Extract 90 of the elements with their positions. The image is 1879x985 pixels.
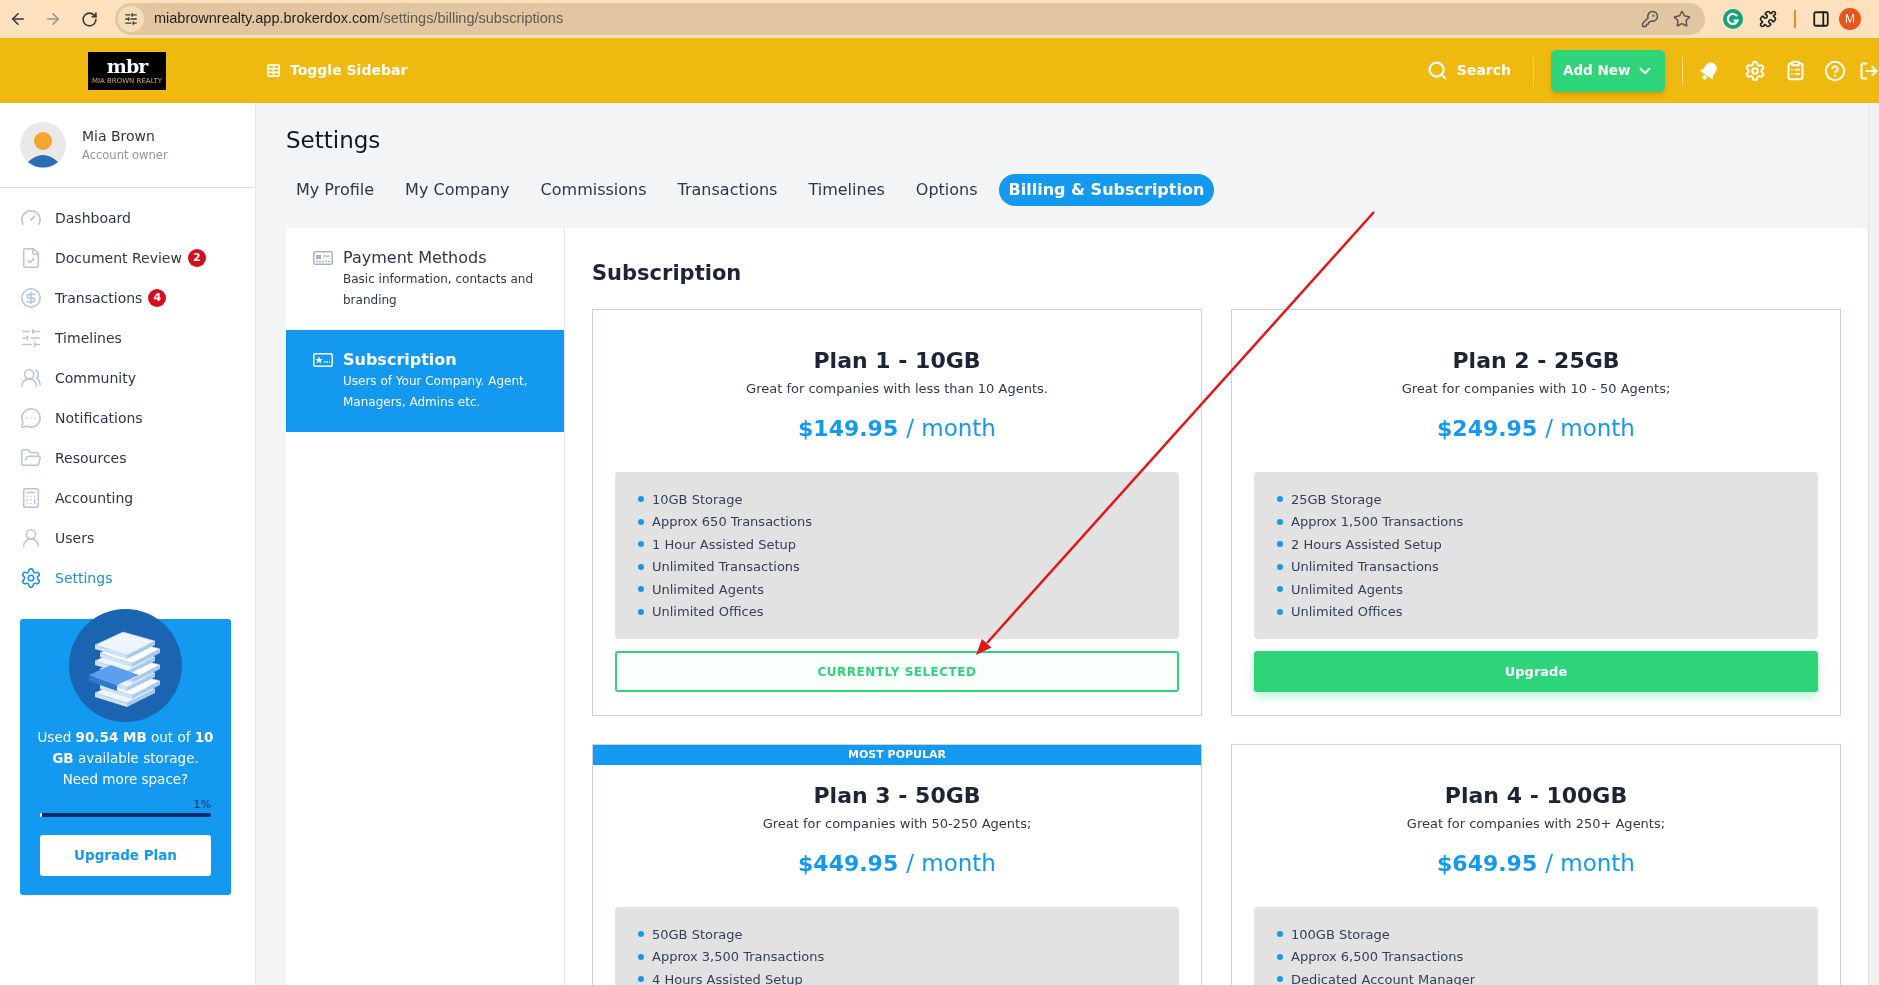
feature-text: 25GB Storage [1291,490,1382,509]
sidebar-item[interactable]: Accounting [0,478,255,518]
feature-text: 50GB Storage [652,925,743,944]
plan-description: Great for companies with 250+ Agents; [1406,815,1666,833]
round-extension-icon[interactable] [1723,9,1743,29]
folder-icon [20,447,42,469]
sidebar-item[interactable]: Transactions 4 [0,278,255,318]
settings-tab[interactable]: Options [905,174,988,206]
document-check-icon [20,247,42,269]
profile-avatar[interactable]: M [1839,8,1861,30]
key-icon[interactable] [1641,10,1659,28]
plan-price: $149.95 [798,415,899,443]
sidebar-item[interactable]: Timelines [0,318,255,358]
user-icon [20,527,42,549]
price-period: / month [1545,849,1635,878]
puzzle-icon[interactable] [1759,10,1777,28]
sidebar-item[interactable]: Settings [0,558,255,598]
back-icon[interactable] [9,10,27,28]
logo-text: mbr [106,55,148,76]
calculator-icon [20,487,42,509]
price-period: / month [1545,414,1635,443]
sidebar-item[interactable]: Dashboard [0,198,255,238]
ribbon-banner: MOST POPULAR [593,745,1201,765]
user-role: Account owner [82,147,168,164]
clipboard-icon[interactable] [1785,60,1806,81]
plan-title: Plan 3 - 50GB [813,782,981,810]
sidebar-item[interactable]: Users [0,518,255,558]
people-icon [20,367,42,389]
feature-text: 1 Hour Assisted Setup [652,535,796,554]
sliders-icon [20,327,42,349]
settings-tab[interactable]: Timelines [798,174,895,206]
page-title: Settings [286,126,382,155]
plan-description: Great for companies with less than 10 Agents. [746,380,1048,398]
plan-title: Plan 2 - 25GB [1452,347,1620,375]
feature-text: Unlimited Offices [1291,603,1403,621]
menu-item-description: Users of Your Company. Agent, Managers, Admins etc. [343,373,529,411]
price-period: / month [906,849,996,878]
feature-text: Unlimited Agents [1291,580,1403,599]
feature-text: Approx 650 Transactions [652,513,812,531]
avatar-icon[interactable] [20,122,66,168]
menu-item-description: Basic information, contacts and branding [343,271,535,309]
address-bar[interactable]: miabrownrealty.app.brokerdox.com/settings/billing/subscriptions [115,3,1705,35]
feature-text: Approx 3,500 Transactions [652,948,825,966]
settings-icon [20,567,42,589]
star-card-icon [313,353,333,367]
sidebar-item[interactable]: Resources [0,438,255,478]
plan-price: $449.95 [798,850,899,878]
feature-text: Approx 6,500 Transactions [1291,948,1464,966]
reload-icon[interactable] [81,10,98,28]
feature-text: 10GB Storage [652,490,743,509]
plan-description: Great for companies with 10 - 50 Agents; [1401,380,1671,398]
feature-text: 100GB Storage [1291,925,1390,944]
plan-title: Plan 1 - 10GB [813,347,981,375]
forward-icon[interactable] [44,10,62,28]
count-badge: 4 [148,289,167,307]
menu-item-title: Payment Methods [343,247,488,269]
usage-percent: 1% [193,798,211,812]
side-panel-icon[interactable] [1812,10,1830,28]
dollar-circle-icon [20,287,42,309]
storage-message: Used 90.54 MB out of 10 GB available storage. Need more space? [36,728,215,789]
plan-title: Plan 4 - 100GB [1444,782,1628,810]
feature-text: Unlimited Transactions [652,558,800,576]
plan-price: $649.95 [1437,850,1538,878]
settings-tab[interactable]: My Company [395,174,520,206]
feature-text: Unlimited Agents [652,580,764,599]
settings-tab[interactable]: Commissions [530,174,657,206]
chat-bubble-icon [20,407,42,429]
count-badge: 2 [187,249,206,267]
feature-text: Unlimited Offices [652,603,764,621]
site-settings-icon[interactable] [118,6,144,32]
url-text[interactable]: miabrownrealty.app.brokerdox.com/settings/billing/subscriptions [154,8,564,30]
sidebar-item[interactable]: Community [0,358,255,398]
feature-text: Unlimited Transactions [1291,558,1439,576]
id-card-icon [313,251,333,265]
menu-item-title: Subscription [343,349,458,371]
settings-tab[interactable]: Transactions [667,174,788,206]
sidebar-item[interactable]: Notifications [0,398,255,438]
scrollbar-track[interactable] [1868,103,1879,985]
price-period: / month [906,414,996,443]
sidebar-item[interactable]: Document Review 2 [0,238,255,278]
section-title: Subscription [592,260,743,287]
table-icon [266,63,281,78]
bookmark-star-icon[interactable] [1673,10,1691,28]
plan-price: $249.95 [1437,415,1538,443]
plan-description: Great for companies with 50-250 Agents; [762,815,1032,833]
search-icon [1426,60,1448,81]
user-name: Mia Brown [82,127,156,146]
settings-tab[interactable]: My Profile [286,174,385,206]
feature-text: 2 Hours Assisted Setup [1291,535,1442,554]
feature-text: Approx 1,500 Transactions [1291,513,1464,531]
